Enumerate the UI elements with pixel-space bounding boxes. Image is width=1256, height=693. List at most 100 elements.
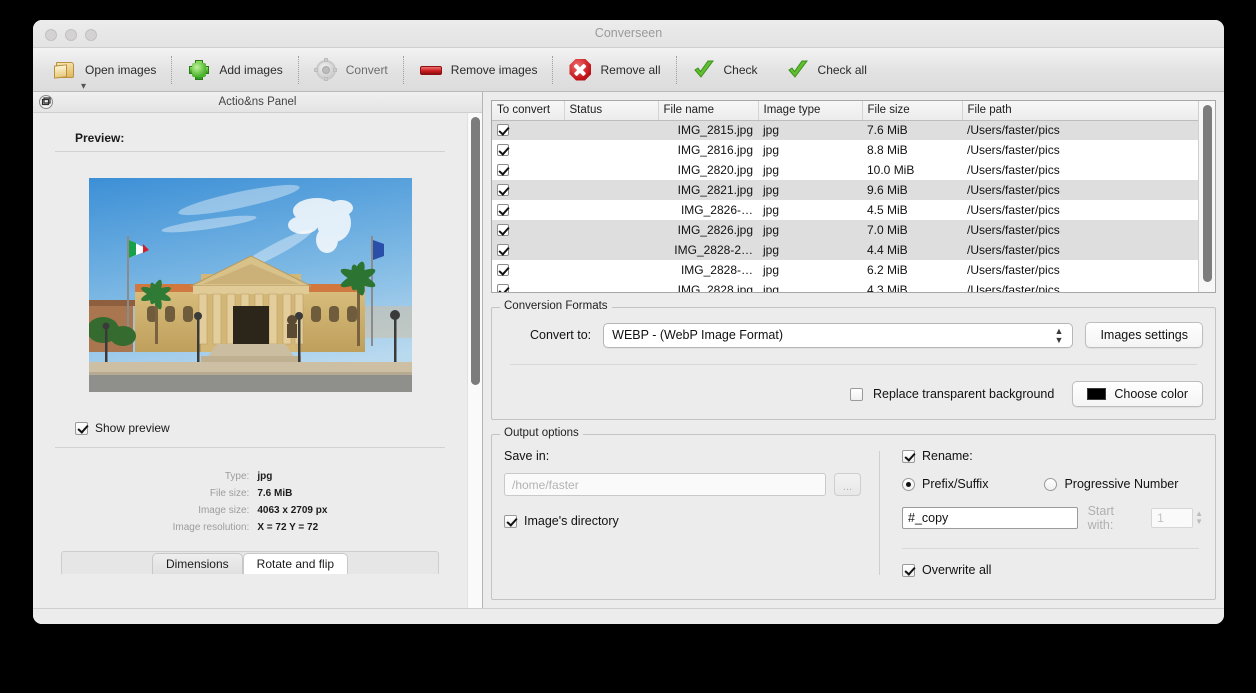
row-checkbox[interactable] [492, 200, 564, 220]
toolbar-check-all[interactable]: Check all [772, 49, 881, 91]
row-checkbox[interactable] [492, 260, 564, 280]
table-row[interactable]: IMG_2828-2… jpg 4.4 MiB /Users/faster/pi… [492, 240, 1198, 260]
scrollbar-thumb[interactable] [471, 117, 480, 385]
table-row[interactable]: IMG_2826-… jpg 4.5 MiB /Users/faster/pic… [492, 200, 1198, 220]
preview-label: Preview: [75, 131, 125, 145]
row-checkbox[interactable] [492, 280, 564, 292]
row-image-type: jpg [758, 280, 862, 292]
row-file-name: IMG_2821.jpg [658, 180, 758, 200]
gear-icon [313, 57, 338, 82]
save-in-input[interactable]: /home/faster [504, 473, 826, 496]
prefix-suffix-input[interactable]: #_copy [902, 507, 1078, 529]
metadata-key: Image size: [198, 505, 250, 516]
overwrite-all-label: Overwrite all [922, 563, 992, 577]
transparent-background-row: Replace transparent background Choose co… [504, 381, 1203, 407]
column-header-file-size[interactable]: File size [862, 101, 963, 121]
metadata-row: Type: jpg [173, 468, 328, 485]
row-file-name: IMG_2816.jpg [658, 140, 758, 160]
table-row[interactable]: IMG_2816.jpg jpg 8.8 MiB /Users/faster/p… [492, 140, 1198, 160]
row-status [564, 240, 658, 260]
column-header-image-type[interactable]: Image type [758, 101, 863, 121]
overwrite-all-checkbox-box[interactable] [902, 563, 915, 577]
scrollbar-thumb[interactable] [1203, 105, 1212, 282]
progressive-number-radio[interactable] [1044, 477, 1058, 491]
start-with-input[interactable]: 1 [1151, 508, 1194, 528]
metadata-row: Image resolution: X = 72 Y = 72 [173, 519, 328, 536]
row-status [564, 200, 658, 220]
save-in-row: /home/faster ... [504, 473, 861, 496]
file-list-scrollbar[interactable] [1198, 101, 1215, 292]
toolbar-check-label: Check [723, 62, 758, 77]
table-row[interactable]: IMG_2815.jpg jpg 7.6 MiB /Users/faster/p… [492, 120, 1198, 140]
row-image-type: jpg [758, 120, 862, 140]
spinner-arrows-icon[interactable]: ▲ ▼ [1195, 510, 1203, 526]
toolbar-remove-all[interactable]: Remove all [554, 49, 674, 91]
replace-transparent-checkbox[interactable] [849, 387, 863, 401]
metadata-value: 7.6 MiB [257, 488, 293, 499]
show-preview-checkbox-box[interactable] [75, 421, 88, 435]
row-image-type: jpg [758, 240, 862, 260]
row-checkbox[interactable] [492, 240, 564, 260]
metadata-row: File size: 7.6 MiB [173, 485, 328, 502]
title-bar: Converseen [33, 20, 1224, 48]
toolbar-convert[interactable]: Convert [300, 49, 402, 91]
metadata-value: X = 72 Y = 72 [257, 522, 319, 533]
toolbar-add-images-label: Add images [219, 62, 283, 77]
images-settings-button[interactable]: Images settings [1085, 322, 1203, 348]
image-directory-checkbox-box[interactable] [504, 514, 517, 528]
format-select[interactable]: WEBP - (WebP Image Format) ▲ ▼ [603, 322, 1074, 348]
rename-checkbox[interactable]: Rename: [902, 449, 1203, 463]
row-image-type: jpg [758, 180, 862, 200]
choose-color-button[interactable]: Choose color [1072, 381, 1203, 407]
row-image-type: jpg [758, 260, 862, 280]
row-status [564, 120, 658, 140]
row-checkbox[interactable] [492, 120, 564, 140]
row-file-size: 4.5 MiB [862, 200, 962, 220]
row-checkbox[interactable] [492, 140, 564, 160]
table-row[interactable]: IMG_2826.jpg jpg 7.0 MiB /Users/faster/p… [492, 220, 1198, 240]
preview-image [88, 178, 412, 392]
file-list-table-body: To convert Status File name Image type F… [492, 101, 1198, 292]
column-header-to-convert[interactable]: To convert [492, 101, 565, 121]
metadata-key: File size: [209, 488, 250, 499]
actions-panel-scrollbar[interactable] [467, 113, 482, 608]
undock-icon[interactable] [39, 95, 53, 109]
column-header-file-path[interactable]: File path [962, 101, 1198, 121]
rename-mode-radios: Prefix/Suffix Progressive Number [902, 477, 1203, 491]
conversion-formats-group: Conversion Formats Convert to: WEBP - (W… [491, 300, 1216, 420]
table-row[interactable]: IMG_2820.jpg jpg 10.0 MiB /Users/faster/… [492, 160, 1198, 180]
image-directory-label: Image's directory [524, 514, 619, 528]
table-row[interactable]: IMG_2828.jpg jpg 4.3 MiB /Users/faster/p… [492, 280, 1198, 292]
image-directory-checkbox[interactable]: Image's directory [504, 514, 861, 528]
checkmark-icon [692, 58, 716, 82]
toolbar-remove-images-label: Remove images [450, 62, 538, 77]
column-header-file-name[interactable]: File name [658, 101, 759, 121]
toolbar-remove-images[interactable]: Remove images [405, 49, 552, 91]
table-row[interactable]: IMG_2828-… jpg 6.2 MiB /Users/faster/pic… [492, 260, 1198, 280]
prefix-suffix-label: Prefix/Suffix [922, 477, 989, 491]
browse-button[interactable]: ... [834, 473, 861, 496]
output-rename-section: Rename: Prefix/Suffix Progressive Number… [880, 449, 1203, 577]
column-header-status[interactable]: Status [564, 101, 659, 121]
tab-dimensions[interactable]: Dimensions [151, 553, 243, 574]
show-preview-checkbox[interactable]: Show preview [75, 421, 445, 435]
divider [55, 447, 445, 448]
window-title: Converseen [594, 26, 663, 40]
row-status [564, 280, 658, 292]
table-row[interactable]: IMG_2821.jpg jpg 9.6 MiB /Users/faster/p… [492, 180, 1198, 200]
overwrite-all-checkbox[interactable]: Overwrite all [902, 563, 1203, 577]
rename-checkbox-box[interactable] [902, 449, 915, 463]
toolbar-check[interactable]: Check [678, 49, 772, 91]
tab-rotate-and-flip[interactable]: Rotate and flip [242, 553, 349, 574]
prefix-suffix-radio[interactable] [902, 477, 915, 491]
row-checkbox[interactable] [492, 180, 564, 200]
color-swatch [1087, 388, 1107, 400]
row-checkbox[interactable] [492, 160, 564, 180]
row-file-size: 8.8 MiB [862, 140, 962, 160]
toolbar-open-images[interactable]: Open images ▾ [39, 49, 170, 91]
row-image-type: jpg [758, 160, 862, 180]
row-checkbox[interactable] [492, 220, 564, 240]
chevron-down-icon[interactable]: ▾ [81, 81, 86, 91]
row-file-name: IMG_2828-2… [658, 240, 758, 260]
toolbar-add-images[interactable]: Add images [173, 49, 296, 91]
